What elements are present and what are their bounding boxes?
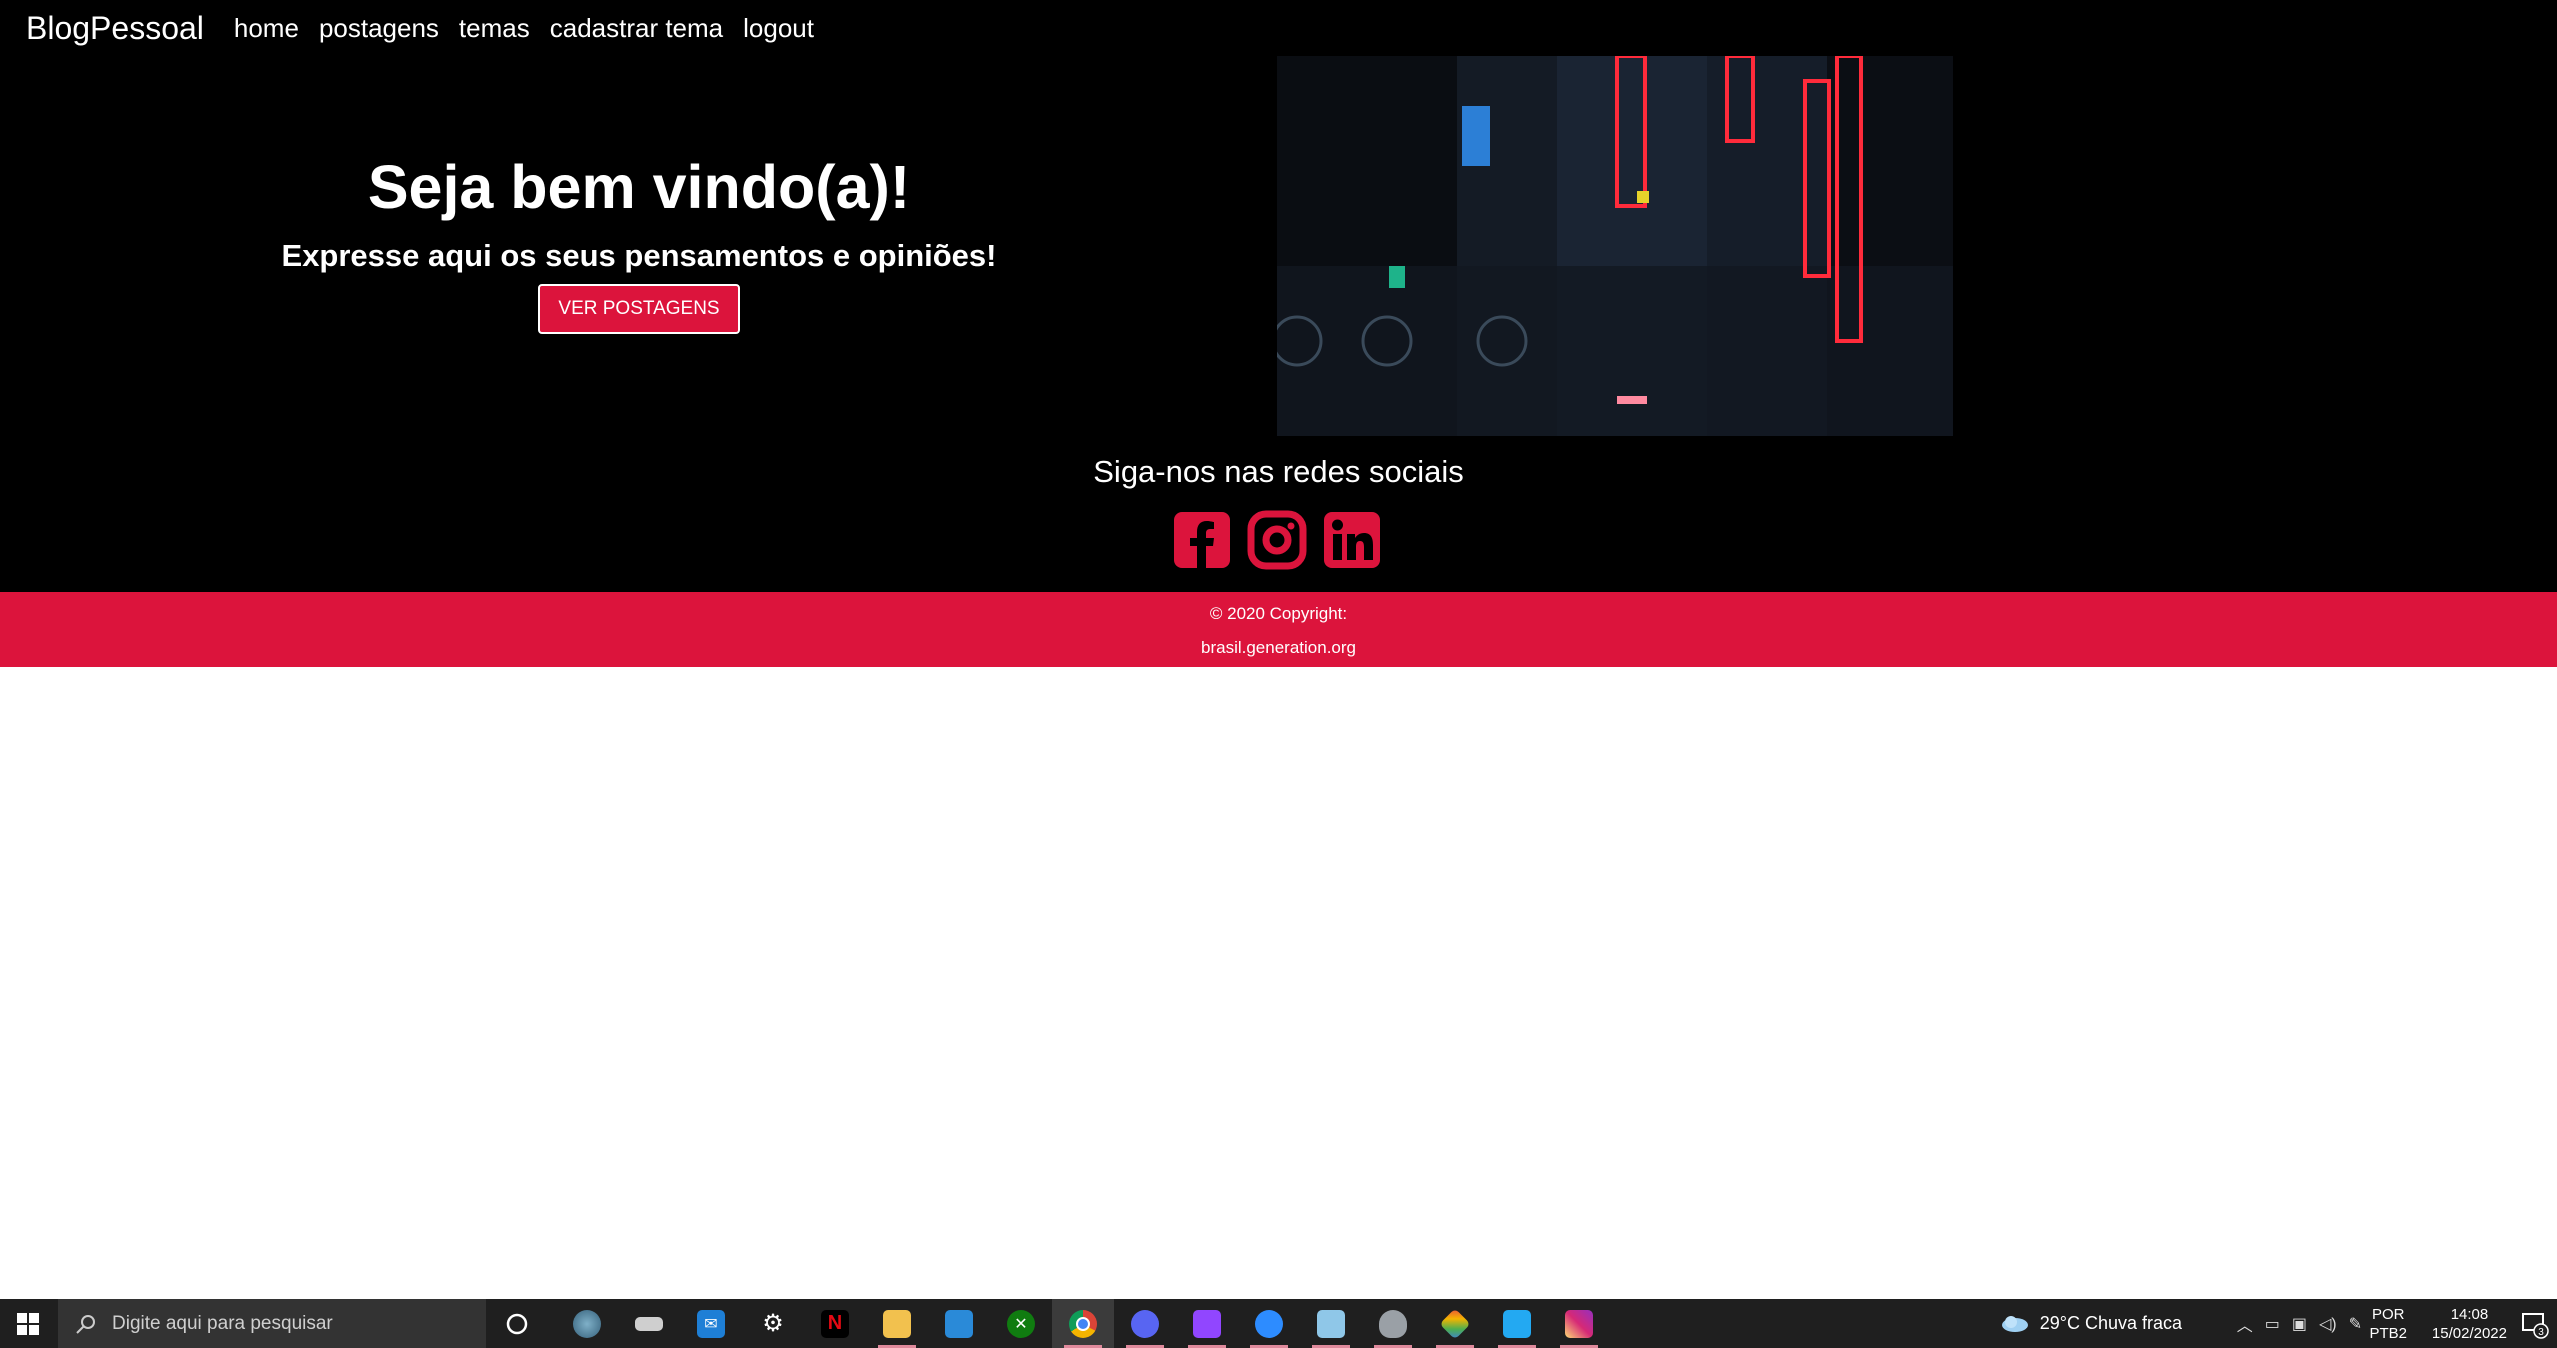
shield-icon: [1379, 1309, 1407, 1338]
footer-site-link[interactable]: brasil.generation.org: [0, 638, 2557, 658]
clock-time: 14:08: [2450, 1306, 2489, 1323]
language-indicator[interactable]: POR PTB2: [2369, 1305, 2407, 1343]
hero-subtitle: Expresse aqui os seus pensamentos e opin…: [281, 238, 997, 273]
windows-icon: [17, 1312, 39, 1335]
pen-icon[interactable]: ✎: [2349, 1314, 2362, 1334]
mail-app[interactable]: ✉: [680, 1299, 742, 1348]
chevron-up-icon[interactable]: ︿: [2237, 1312, 2253, 1336]
store-app[interactable]: [928, 1299, 990, 1348]
vscode-icon: [1503, 1309, 1531, 1338]
git-app[interactable]: [1424, 1299, 1486, 1348]
search-icon: [76, 1314, 95, 1334]
instagram-icon[interactable]: [1247, 510, 1307, 570]
xbox-app[interactable]: ✕: [990, 1299, 1052, 1348]
language-code: POR: [2371, 1306, 2405, 1323]
netflix-app[interactable]: N: [804, 1299, 866, 1348]
store-icon: [945, 1309, 973, 1338]
system-tray: 29°C Chuva fraca ︿ ▭ ▣ ◁) ✎ POR PTB2 14:…: [1657, 1299, 2557, 1348]
settings-app[interactable]: ⚙: [742, 1299, 804, 1348]
zoom-app[interactable]: [1238, 1299, 1300, 1348]
edge-dev-icon: [573, 1309, 601, 1338]
notification-count: 3: [2538, 1327, 2544, 1338]
windows-taskbar: Digite aqui para pesquisar ✉ ⚙ N ✕ 29°C …: [0, 1299, 2557, 1348]
battery-icon[interactable]: ▭: [2265, 1314, 2280, 1334]
ver-postagens-button[interactable]: VER POSTAGENS: [538, 284, 740, 334]
stack-app[interactable]: [618, 1299, 680, 1348]
instagram-app-icon: [1565, 1309, 1593, 1338]
facebook-icon[interactable]: [1172, 510, 1232, 570]
taskbar-search-input[interactable]: Digite aqui para pesquisar: [58, 1299, 486, 1348]
twitch-icon: [1193, 1309, 1221, 1338]
notepad-app[interactable]: [1300, 1299, 1362, 1348]
settings-icon: ⚙: [762, 1310, 784, 1337]
network-icon[interactable]: ▣: [2292, 1314, 2307, 1334]
cortana-icon[interactable]: [500, 1307, 534, 1341]
social-icons: [1172, 510, 1382, 570]
social-section: Siga-nos nas redes sociais: [0, 442, 2557, 592]
stack-icon: [635, 1316, 663, 1331]
hero-image: [1277, 56, 1953, 436]
instagram-app[interactable]: [1548, 1299, 1610, 1348]
nav-link-temas[interactable]: temas: [459, 13, 530, 44]
shield-app[interactable]: [1362, 1299, 1424, 1348]
hero-text-block: Seja bem vindo(a)! Expresse aqui os seus…: [0, 56, 1278, 442]
notification-icon[interactable]: 3: [2519, 1309, 2549, 1339]
hero-title: Seja bem vindo(a)!: [367, 153, 911, 221]
start-button[interactable]: [0, 1299, 56, 1348]
netflix-icon: N: [821, 1309, 849, 1338]
nav-link-logout[interactable]: logout: [743, 13, 814, 44]
zoom-icon: [1255, 1309, 1283, 1338]
brand-logo[interactable]: BlogPessoal: [26, 10, 204, 47]
tray-icons: ︿ ▭ ▣ ◁) ✎: [2237, 1299, 2362, 1348]
social-title: Siga-nos nas redes sociais: [1093, 454, 1464, 489]
cloud-rain-icon: [2001, 1315, 2028, 1332]
nav-link-home[interactable]: home: [234, 13, 299, 44]
search-placeholder: Digite aqui para pesquisar: [112, 1312, 333, 1334]
nav-link-cadastrar-tema[interactable]: cadastrar tema: [550, 13, 723, 44]
file-explorer-app[interactable]: [866, 1299, 928, 1348]
discord-icon: [1131, 1309, 1159, 1338]
footer-copyright: © 2020 Copyright:: [1209, 604, 1348, 623]
volume-icon[interactable]: ◁): [2319, 1314, 2337, 1334]
keyboard-layout: PTB2: [2369, 1325, 2407, 1342]
chrome-app[interactable]: [1052, 1299, 1114, 1348]
chrome-icon: [1069, 1309, 1097, 1338]
weather-widget[interactable]: 29°C Chuva fraca: [2000, 1299, 2182, 1348]
navbar: BlogPessoal home postagens temas cadastr…: [0, 0, 2557, 56]
linkedin-icon[interactable]: [1322, 510, 1382, 570]
clock-date: 15/02/2022: [2431, 1325, 2507, 1342]
notepad-icon: [1317, 1309, 1345, 1338]
mail-icon: ✉: [697, 1309, 725, 1338]
twitch-app[interactable]: [1176, 1299, 1238, 1348]
file-explorer-icon: [883, 1309, 911, 1338]
footer: © 2020 Copyright: brasil.generation.org: [0, 592, 2557, 667]
taskbar-apps: ✉ ⚙ N ✕: [556, 1299, 1610, 1348]
git-icon: [1439, 1307, 1471, 1340]
nav-link-postagens[interactable]: postagens: [319, 13, 439, 44]
edge-dev-app[interactable]: [556, 1299, 618, 1348]
vscode-app[interactable]: [1486, 1299, 1548, 1348]
xbox-icon: ✕: [1007, 1309, 1035, 1338]
discord-app[interactable]: [1114, 1299, 1176, 1348]
hero-section: Seja bem vindo(a)! Expresse aqui os seus…: [0, 56, 2557, 442]
clock[interactable]: 14:08 15/02/2022: [2432, 1305, 2507, 1343]
weather-text: 29°C Chuva fraca: [2039, 1313, 2182, 1333]
